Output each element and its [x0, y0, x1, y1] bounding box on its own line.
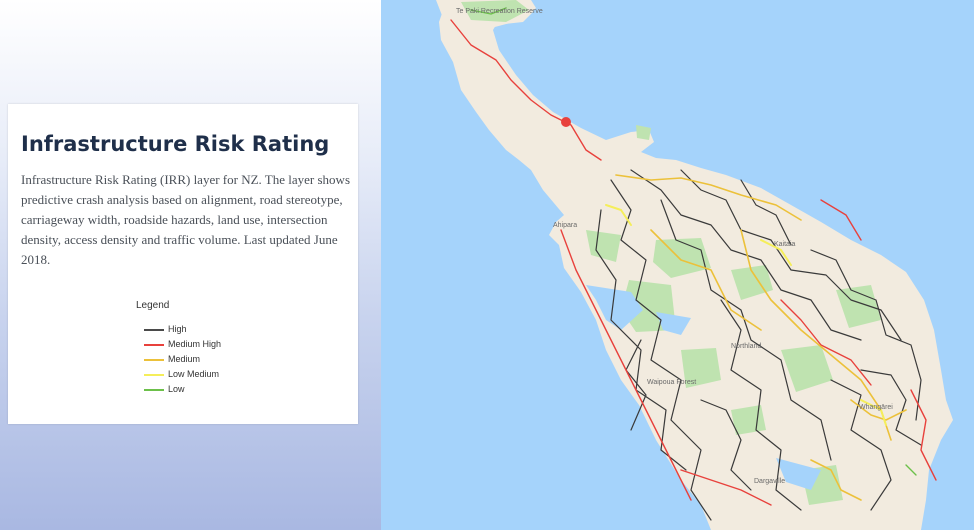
- legend-swatch-medium-high: [144, 344, 164, 346]
- legend-label: Low: [168, 384, 185, 394]
- legend-label: Low Medium: [168, 369, 220, 379]
- map-label-ahipara: Ahipara: [553, 222, 578, 229]
- legend-item-medium: Medium: [136, 352, 286, 367]
- legend-label: Medium: [168, 354, 201, 364]
- legend-label: High: [168, 324, 187, 334]
- legend-item-medium-high: Medium High: [136, 337, 286, 352]
- legend: Legend High Medium High Medium Low Mediu…: [136, 300, 286, 397]
- town-marker-awanui: [561, 117, 571, 127]
- legend-item-high: High: [136, 322, 286, 337]
- map-canvas: [436, 0, 953, 530]
- info-card: Infrastructure Risk Rating Infrastructur…: [8, 104, 358, 424]
- legend-swatch-medium: [144, 359, 164, 361]
- legend-item-low: Low: [136, 382, 286, 397]
- legend-swatch-low-medium: [144, 374, 164, 376]
- legend-item-low-medium: Low Medium: [136, 367, 286, 382]
- map-label-northland: Northland: [731, 343, 762, 350]
- legend-label: Medium High: [168, 339, 222, 349]
- legend-swatch-low: [144, 389, 164, 391]
- park-area: [636, 125, 651, 140]
- map-label-whangarei: Whangārei: [859, 404, 893, 411]
- map-label-dargaville: Dargaville: [754, 478, 786, 485]
- map-label-waipoua: Waipoua Forest: [647, 379, 697, 386]
- legend-title: Legend: [136, 300, 170, 311]
- card-title: Infrastructure Risk Rating: [21, 132, 330, 156]
- map-label-te-paki: Te Paki Recreation Reserve: [456, 8, 543, 15]
- map-view[interactable]: Te Paki Recreation Reserve Ahipara Kaita…: [381, 0, 974, 530]
- card-description: Infrastructure Risk Rating (IRR) layer f…: [21, 172, 351, 267]
- map-label-kaitaia: Kaitaia: [774, 241, 796, 248]
- legend-swatch-high: [144, 329, 164, 331]
